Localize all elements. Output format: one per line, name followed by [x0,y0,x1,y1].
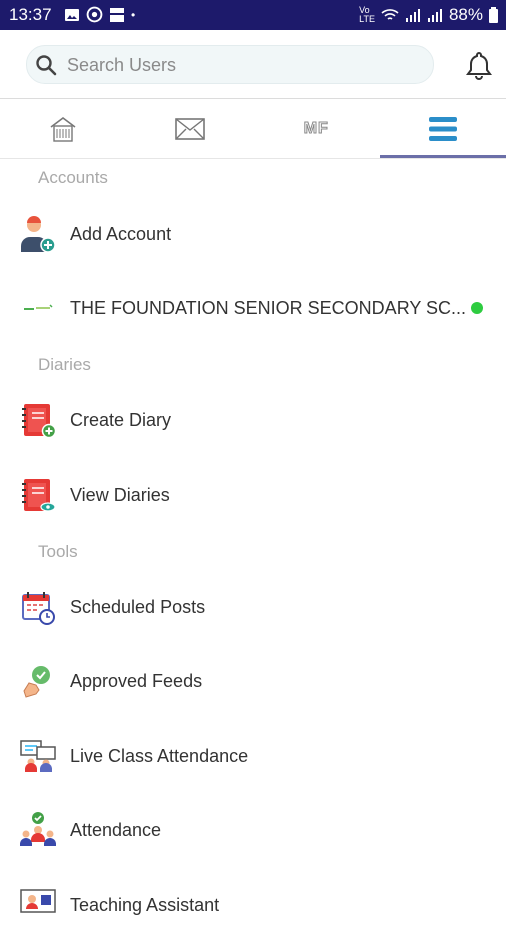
dot-icon: • [131,8,135,22]
create-diary-icon [18,400,58,440]
live-class-attendance-icon [18,736,58,776]
gallery-icon [64,7,80,23]
add-account-row[interactable]: Add Account [0,204,506,264]
attendance-label: Attendance [70,820,161,841]
section-tools: Tools [38,542,78,562]
add-account-label: Add Account [70,224,171,245]
section-accounts: Accounts [38,168,108,188]
scheduled-posts-label: Scheduled Posts [70,597,205,618]
battery-icon [489,7,498,23]
search-input[interactable] [65,46,419,85]
home-icon [48,114,78,144]
bell-icon[interactable] [465,50,493,80]
system-icons: VoLTE 88% [359,5,498,25]
live-class-attendance-row[interactable]: Live Class Attendance [0,726,506,786]
search-box[interactable] [26,45,434,84]
calendar-icon [109,7,125,23]
top-bar [0,30,506,99]
view-diaries-label: View Diaries [70,485,170,506]
school-account-row[interactable]: THE FOUNDATION SENIOR SECONDARY SC... [0,278,506,338]
school-account-label: THE FOUNDATION SENIOR SECONDARY SC... [70,298,466,319]
section-diaries: Diaries [38,355,91,375]
view-diaries-row[interactable]: View Diaries [0,465,506,525]
teaching-assistant-row[interactable]: Teaching Assistant [0,875,506,935]
online-status-dot [471,302,483,314]
view-diaries-icon [18,475,58,515]
notification-icons: • [64,6,135,23]
status-bar: 13:37 • VoLTE 88% [0,0,506,30]
search-icon [34,53,58,77]
approved-feeds-row[interactable]: Approved Feeds [0,651,506,711]
mf-label: MF [304,120,329,138]
tab-home[interactable] [0,99,127,158]
whatsapp-icon [86,6,103,23]
signal-icon-1 [405,7,421,23]
approved-feeds-label: Approved Feeds [70,671,202,692]
teaching-assistant-label: Teaching Assistant [70,895,219,916]
tab-messages[interactable] [127,99,254,158]
add-account-icon [18,214,58,254]
signal-icon-2 [427,7,443,23]
create-diary-label: Create Diary [70,410,171,431]
battery-percent: 88% [449,5,483,25]
teaching-assistant-icon [18,885,58,925]
tab-menu[interactable] [380,99,506,158]
scheduled-posts-row[interactable]: Scheduled Posts [0,577,506,637]
attendance-row[interactable]: Attendance [0,800,506,860]
create-diary-row[interactable]: Create Diary [0,390,506,450]
volte-icon: VoLTE [359,6,375,24]
tab-mf[interactable]: MF [253,99,380,158]
mail-icon [175,118,205,140]
live-class-attendance-label: Live Class Attendance [70,746,248,767]
tab-bar: MF [0,99,506,158]
approved-feeds-icon [18,661,58,701]
wifi-icon [381,7,399,23]
menu-icon [428,116,458,142]
tab-divider [0,158,506,159]
status-time: 13:37 [9,5,52,25]
school-logo-icon [18,288,58,328]
scheduled-posts-icon [18,587,58,627]
attendance-icon [18,810,58,850]
